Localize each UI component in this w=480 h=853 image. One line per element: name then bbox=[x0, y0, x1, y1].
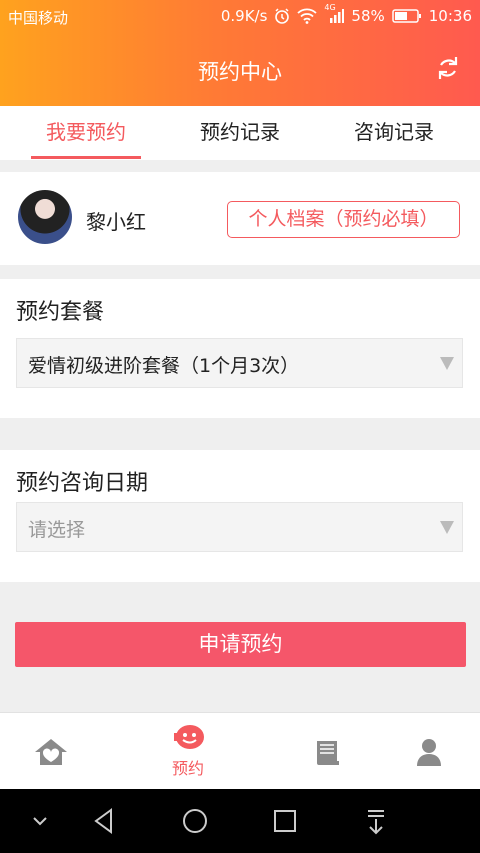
package-select[interactable]: 爱情初级进阶套餐（1个月3次） bbox=[16, 338, 463, 388]
package-label: 预约套餐 bbox=[16, 300, 105, 325]
active-tab-indicator bbox=[31, 156, 141, 159]
status-bar: 中国移动 0.9K/s 4G 58% 10:36 bbox=[0, 0, 480, 33]
home-circle-icon[interactable] bbox=[179, 805, 211, 837]
tab-make-appointment[interactable]: 我要预约 bbox=[16, 106, 156, 160]
package-value: 爱情初级进阶套餐（1个月3次） bbox=[28, 355, 300, 377]
signal-icon: 4G bbox=[324, 3, 345, 24]
refresh-icon[interactable] bbox=[434, 54, 462, 82]
date-placeholder: 请选择 bbox=[28, 519, 86, 541]
tab-consultation-records[interactable]: 咨询记录 bbox=[324, 106, 464, 160]
carrier-label: 中国移动 bbox=[8, 9, 69, 27]
avatar bbox=[18, 190, 72, 244]
profile-button[interactable]: 个人档案（预约必填） bbox=[227, 201, 460, 238]
book-icon bbox=[317, 741, 339, 765]
system-navigation-bar bbox=[0, 789, 480, 853]
wifi-icon bbox=[297, 8, 318, 24]
clock: 10:36 bbox=[428, 7, 472, 25]
user-icon bbox=[417, 739, 441, 766]
battery-icon bbox=[392, 9, 421, 23]
user-name: 黎小红 bbox=[86, 210, 146, 234]
back-icon[interactable] bbox=[89, 805, 121, 837]
tab-bar: 我要预约 预约记录 咨询记录 bbox=[0, 106, 480, 160]
home-icon bbox=[35, 739, 67, 765]
tab-appointment-records[interactable]: 预约记录 bbox=[170, 106, 310, 160]
network-speed: 0.9K/s bbox=[220, 7, 268, 25]
smile-chat-icon bbox=[174, 725, 204, 749]
alarm-icon bbox=[275, 8, 290, 24]
date-label: 预约咨询日期 bbox=[16, 471, 149, 496]
nav-appointment-label: 预约 bbox=[171, 759, 204, 778]
nav-profile[interactable] bbox=[370, 713, 480, 789]
battery-percent: 58% bbox=[351, 7, 385, 25]
submit-appointment-button[interactable]: 申请预约 bbox=[15, 622, 466, 667]
notification-pulldown-icon[interactable] bbox=[360, 805, 392, 837]
nav-home[interactable] bbox=[0, 713, 120, 789]
dropdown-arrow-icon bbox=[440, 357, 454, 370]
bottom-navigation: 预约 bbox=[0, 712, 480, 789]
header-bar: 中国移动 0.9K/s 4G 58% 10:36 预约中心 bbox=[0, 0, 480, 106]
dropdown-arrow-icon bbox=[440, 521, 454, 534]
chevron-down-icon[interactable] bbox=[24, 805, 56, 837]
page-title: 预约中心 bbox=[198, 60, 282, 84]
nav-appointment[interactable]: 预约 bbox=[128, 713, 248, 789]
date-select[interactable]: 请选择 bbox=[16, 502, 463, 552]
recent-apps-icon[interactable] bbox=[269, 805, 301, 837]
